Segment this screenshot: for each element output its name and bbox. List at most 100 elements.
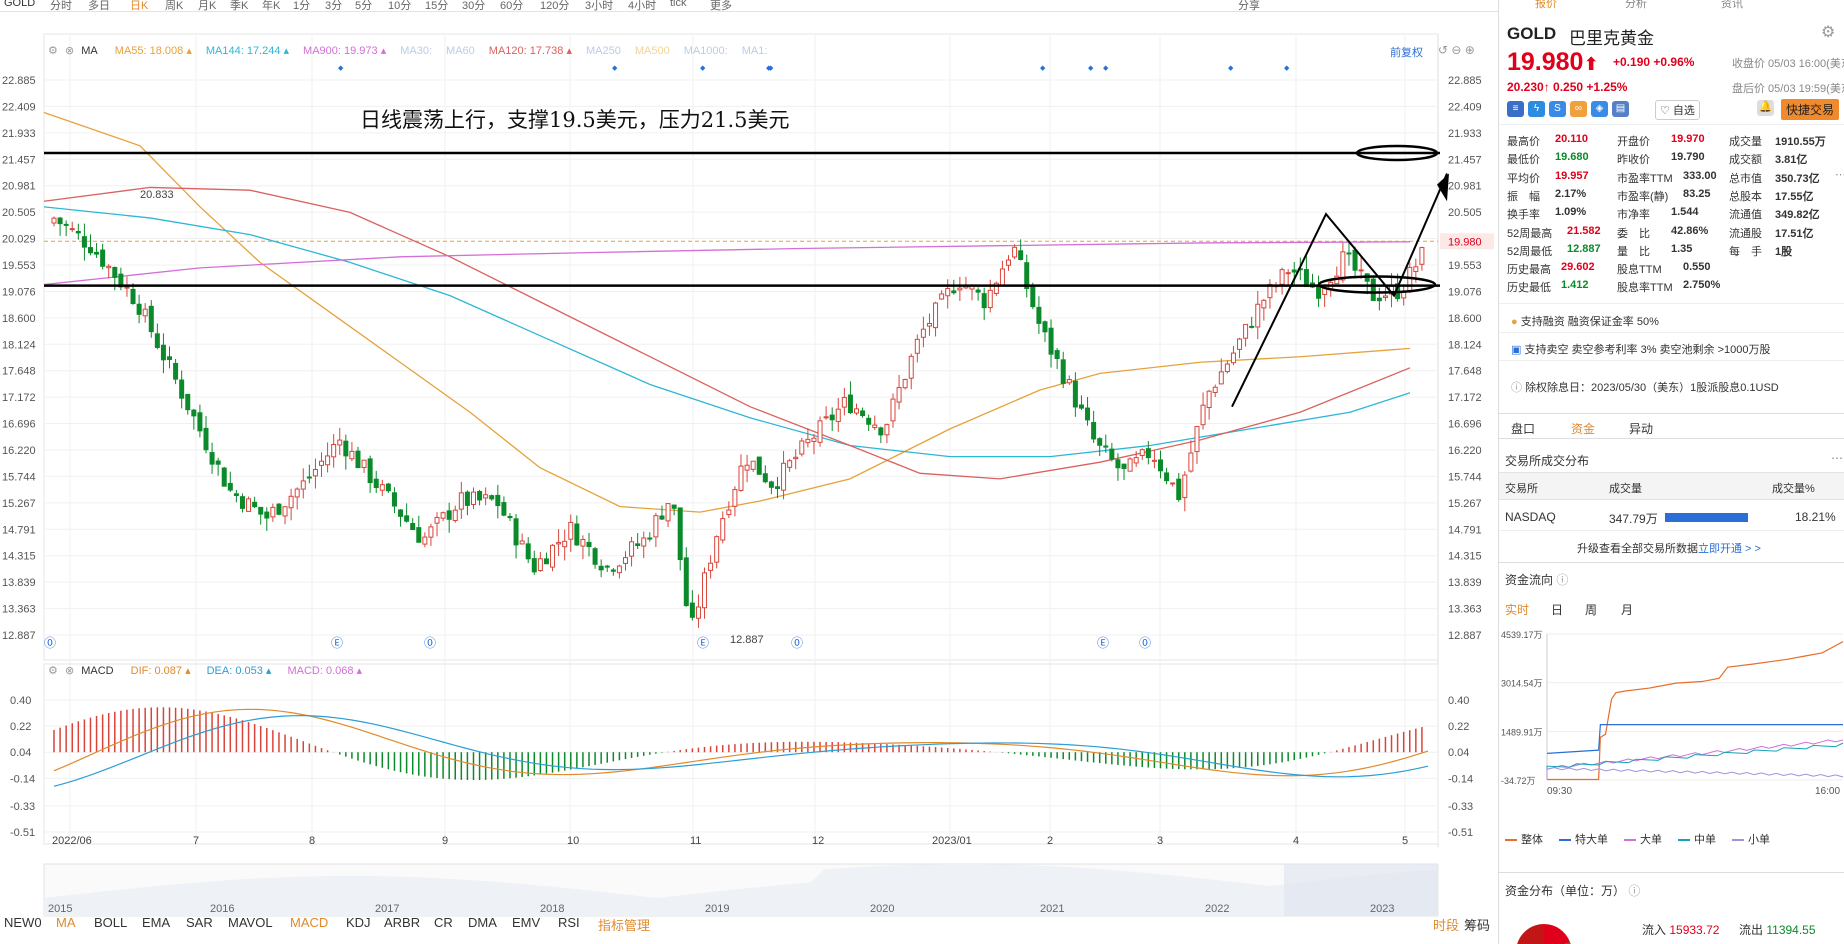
stat-key: 流通股 xyxy=(1729,227,1762,240)
candle-body xyxy=(1109,448,1115,460)
stat-key: 昨收价 xyxy=(1617,154,1650,167)
indicator-tab[interactable]: EMA xyxy=(142,915,170,930)
toolbar-item[interactable]: 季K xyxy=(230,0,248,11)
ma-indicator[interactable]: MA60 xyxy=(446,45,475,57)
settings-icon[interactable]: ⚙ xyxy=(48,665,58,677)
toolbar-item[interactable]: 多日 xyxy=(88,0,110,11)
toolbar-item[interactable]: 年K xyxy=(262,0,280,11)
quick-trade-button[interactable]: 快捷交易 xyxy=(1781,99,1840,120)
ma-indicator[interactable]: MA250 xyxy=(586,45,621,57)
indicator-tab[interactable]: ARBR xyxy=(384,915,420,930)
ma-indicator[interactable]: MA900: 19.973 ▴ xyxy=(303,45,386,57)
toolbar-item-daily[interactable]: 日K xyxy=(130,0,148,11)
chart-controls[interactable]: ↺ ⊖ ⊕ xyxy=(1438,43,1475,57)
toolbar-item[interactable]: 30分 xyxy=(462,0,485,11)
candle-body xyxy=(221,467,227,487)
stat-value: 21.582 xyxy=(1567,224,1601,237)
toolbar-item[interactable]: 120分 xyxy=(540,0,569,11)
tab-orderbook[interactable]: 盘口 xyxy=(1511,420,1535,437)
candle-body xyxy=(543,558,549,565)
ma-indicator[interactable]: MA30: xyxy=(400,45,432,57)
candle-body xyxy=(1157,459,1163,472)
tab-funds[interactable]: 资金 xyxy=(1571,420,1595,437)
tab-analysis[interactable]: 分析 xyxy=(1625,0,1647,11)
indicator-tab[interactable]: NEW0 xyxy=(4,915,42,930)
info-icon: ⓘ xyxy=(1511,382,1522,394)
toolbar-item[interactable]: 1分 xyxy=(293,0,310,11)
indicator-tab[interactable]: SAR xyxy=(186,915,213,930)
settings-icon[interactable]: ⚙ xyxy=(48,45,58,57)
toolbar-item[interactable]: 10分 xyxy=(388,0,411,11)
ma-indicator[interactable]: MA55: 18.008 ▴ xyxy=(115,45,192,57)
chips-tab[interactable]: 筹码 xyxy=(1464,915,1490,934)
tag-icon[interactable]: ◈ xyxy=(1591,101,1608,117)
toolbar-item[interactable]: 15分 xyxy=(425,0,448,11)
candle-body xyxy=(1206,390,1212,409)
tab-movers[interactable]: 异动 xyxy=(1629,420,1653,437)
toolbar-item[interactable]: 3分 xyxy=(325,0,342,11)
more-icon[interactable]: ⋯ xyxy=(1831,451,1843,465)
indicator-tab[interactable]: BOLL xyxy=(94,915,127,930)
watchlist-button[interactable]: ♡ 自选 xyxy=(1655,100,1700,120)
period-week[interactable]: 周 xyxy=(1585,601,1597,618)
x-label: 4 xyxy=(1293,835,1299,847)
ma-indicator[interactable]: MA1000: xyxy=(684,45,728,57)
flag-icon[interactable]: ≡ xyxy=(1507,101,1524,117)
ma-indicator[interactable]: MA120: 17.738 ▴ xyxy=(489,45,572,57)
candle-body xyxy=(1127,458,1133,472)
toolbar-item[interactable]: 3小时 xyxy=(585,0,613,11)
indicator-tab[interactable]: MACD xyxy=(290,915,328,930)
macd-indicator[interactable]: DIF: 0.087 ▴ xyxy=(131,665,191,677)
tab-news[interactable]: 资讯 xyxy=(1721,0,1743,11)
indicator-tab[interactable]: CR xyxy=(434,915,453,930)
indicator-tab[interactable]: MAVOL xyxy=(228,915,273,930)
kline-chart-area[interactable]: 22.885 22.885 22.409 22.409 21.933 21.933 21.4… xyxy=(0,12,1498,944)
toolbar-symbol[interactable]: GOLD xyxy=(4,0,35,9)
link-icon[interactable]: ∞ xyxy=(1570,101,1587,117)
doc-icon[interactable]: ▤ xyxy=(1612,101,1629,117)
toolbar-item-more[interactable]: 更多 xyxy=(710,0,732,11)
close-icon[interactable]: ⊗ xyxy=(65,665,74,677)
macd-label[interactable]: MACD xyxy=(81,665,113,677)
price-tick-right: 15.267 xyxy=(1448,498,1482,510)
toolbar-item[interactable]: 分时 xyxy=(50,0,72,11)
session-tab[interactable]: 时段 xyxy=(1433,915,1459,934)
indicator-tab[interactable]: 指标管理 xyxy=(598,915,650,934)
candle-body xyxy=(458,492,464,510)
bolt-icon[interactable]: ϟ xyxy=(1528,101,1545,117)
tab-quote[interactable]: 报价 xyxy=(1535,0,1557,11)
ma-indicator[interactable]: MA1: xyxy=(742,45,768,57)
indicator-tab[interactable]: MA xyxy=(56,915,76,930)
macd-indicator[interactable]: DEA: 0.053 ▴ xyxy=(207,665,272,677)
indicator-tab[interactable]: KDJ xyxy=(346,915,371,930)
company-name: 巴里克黄金 xyxy=(1569,29,1654,48)
ma-indicator[interactable]: MA500 xyxy=(635,45,670,57)
toolbar-item[interactable]: 周K xyxy=(165,0,183,11)
macd-tick-right: 0.40 xyxy=(1448,695,1469,707)
toolbar-item[interactable]: 5分 xyxy=(355,0,372,11)
candle-body xyxy=(872,424,878,429)
gear-icon[interactable]: ⚙ xyxy=(1821,22,1835,42)
stat-key: 换手率 xyxy=(1507,209,1540,222)
s-icon[interactable]: S xyxy=(1549,101,1566,117)
bell-icon[interactable]: 🔔 xyxy=(1757,100,1774,116)
ma-label[interactable]: MA xyxy=(81,45,98,57)
close-icon[interactable]: ⊗ xyxy=(65,45,74,57)
candle-body xyxy=(1243,323,1249,339)
adjust-label[interactable]: 前复权 xyxy=(1390,44,1423,60)
period-realtime[interactable]: 实时 xyxy=(1505,601,1529,618)
upgrade-link[interactable]: 立即开通 > > xyxy=(1698,543,1761,555)
share-button[interactable]: 分享 xyxy=(1238,0,1260,11)
indicator-tab[interactable]: EMV xyxy=(512,915,540,930)
macd-indicator[interactable]: MACD: 0.068 ▴ xyxy=(287,665,362,677)
toolbar-item[interactable]: 4小时 xyxy=(628,0,656,11)
toolbar-item[interactable]: 60分 xyxy=(500,0,523,11)
ma-indicator[interactable]: MA144: 17.244 ▴ xyxy=(206,45,289,57)
more-icon[interactable]: ⋯ xyxy=(1835,168,1844,181)
period-day[interactable]: 日 xyxy=(1551,601,1563,618)
toolbar-item[interactable]: tick xyxy=(670,0,687,9)
period-month[interactable]: 月 xyxy=(1621,601,1633,618)
indicator-tab[interactable]: RSI xyxy=(558,915,580,930)
toolbar-item[interactable]: 月K xyxy=(198,0,216,11)
indicator-tab[interactable]: DMA xyxy=(468,915,497,930)
